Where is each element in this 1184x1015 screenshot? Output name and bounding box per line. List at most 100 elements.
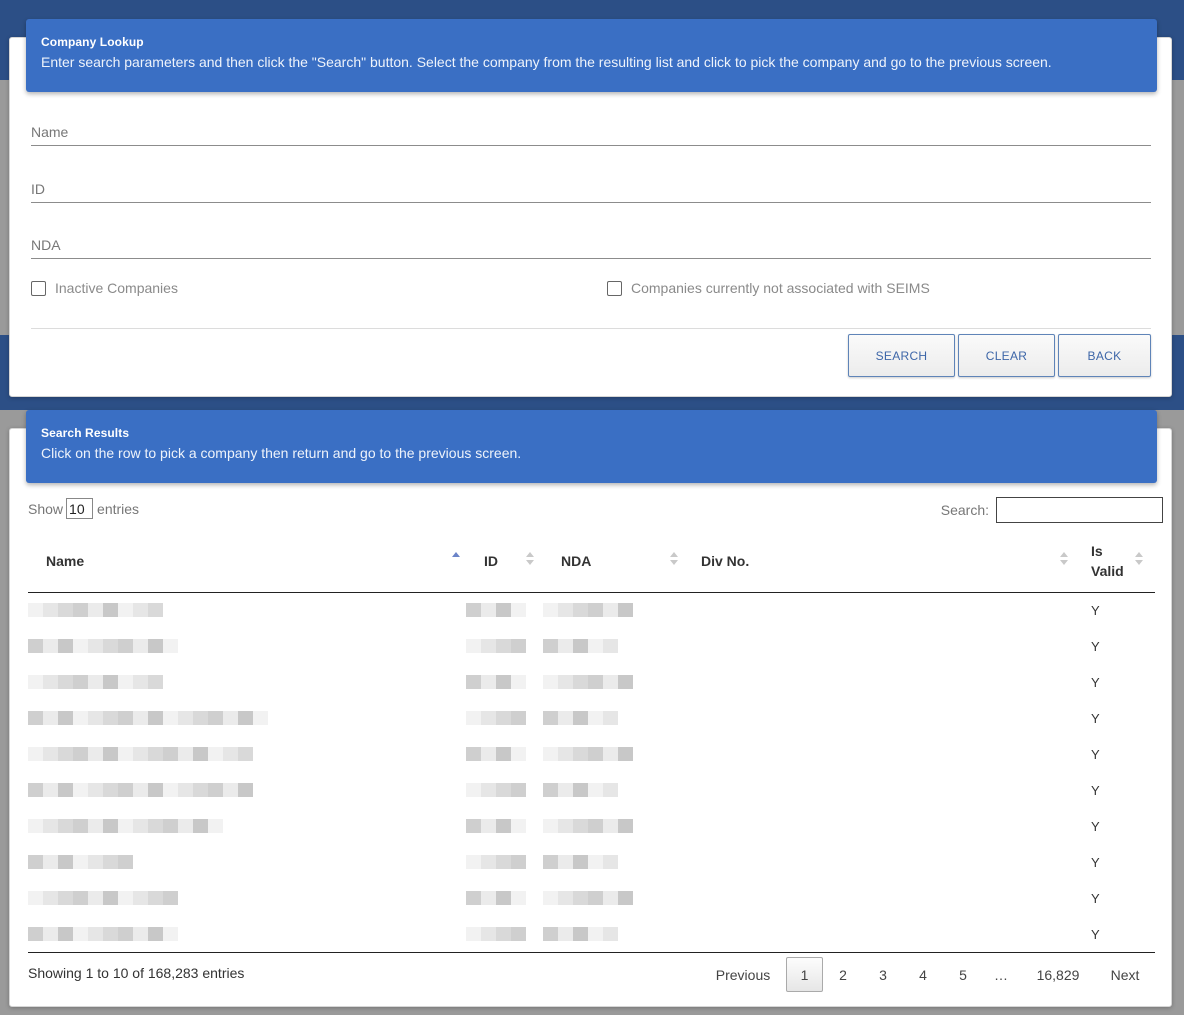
cell-id — [466, 592, 543, 628]
table-row[interactable]: Y — [28, 808, 1155, 844]
cell-div-no — [683, 736, 1077, 772]
cell-nda — [543, 808, 683, 844]
cell-id — [466, 808, 543, 844]
cell-name — [28, 880, 466, 916]
cell-id — [466, 736, 543, 772]
not-associated-label: Companies currently not associated with … — [631, 280, 930, 296]
search-button[interactable]: SEARCH — [848, 334, 955, 377]
search-results-description: Click on the row to pick a company then … — [41, 445, 522, 461]
search-results-title: Search Results — [41, 426, 130, 440]
nda-input[interactable] — [31, 231, 1151, 258]
company-lookup-card: Company Lookup Enter search parameters a… — [9, 19, 1172, 397]
cell-div-no — [683, 916, 1077, 952]
pagination-next[interactable]: Next — [1097, 957, 1153, 992]
col-header-id[interactable]: ID — [466, 530, 543, 593]
redacted-text — [543, 847, 683, 877]
cell-is-valid: Y — [1091, 602, 1100, 618]
table-row[interactable]: Y — [28, 664, 1155, 700]
pagination-page-5[interactable]: 5 — [943, 957, 983, 992]
cell-id — [466, 700, 543, 736]
sort-icon — [1135, 552, 1143, 566]
results-table: Name ID NDA Div No. Is Valid Y Y Y Y Y Y… — [28, 530, 1155, 952]
redacted-text — [28, 847, 466, 877]
cell-nda — [543, 628, 683, 664]
cell-id — [466, 916, 543, 952]
clear-button[interactable]: CLEAR — [958, 334, 1055, 377]
page-length-select[interactable]: 10 — [66, 498, 94, 519]
table-search-label: Search: — [940, 502, 989, 518]
redacted-text — [28, 811, 466, 841]
nda-field[interactable] — [31, 231, 1151, 259]
id-field[interactable] — [31, 175, 1151, 203]
col-header-div-no[interactable]: Div No. — [683, 530, 1077, 593]
pagination-page-2[interactable]: 2 — [823, 957, 863, 992]
table-row[interactable]: Y — [28, 628, 1155, 664]
cell-is-valid: Y — [1091, 926, 1100, 942]
redacted-text — [543, 595, 683, 625]
cell-id — [466, 628, 543, 664]
inactive-companies-checkbox[interactable] — [31, 280, 46, 296]
cell-id — [466, 664, 543, 700]
form-divider — [31, 328, 1151, 329]
cell-is-valid: Y — [1091, 818, 1100, 834]
cell-is-valid: Y — [1091, 782, 1100, 798]
name-input[interactable] — [31, 118, 1151, 145]
cell-div-no — [683, 628, 1077, 664]
cell-nda — [543, 736, 683, 772]
name-field[interactable] — [31, 118, 1151, 146]
pagination-ellipsis: … — [994, 966, 1008, 983]
redacted-text — [28, 919, 466, 949]
cell-nda — [543, 844, 683, 880]
pagination-page-4[interactable]: 4 — [903, 957, 943, 992]
col-header-nda[interactable]: NDA — [543, 530, 683, 593]
redacted-text — [28, 631, 466, 661]
table-row[interactable]: Y — [28, 844, 1155, 880]
table-row[interactable]: Y — [28, 880, 1155, 916]
cell-nda — [543, 700, 683, 736]
table-header-row: Name ID NDA Div No. Is Valid — [28, 530, 1155, 593]
redacted-text — [543, 631, 683, 661]
cell-nda — [543, 916, 683, 952]
sort-icon — [670, 552, 678, 566]
pagination-page-1[interactable]: 1 — [786, 957, 823, 992]
cell-nda — [543, 592, 683, 628]
cell-div-no — [683, 664, 1077, 700]
id-input[interactable] — [31, 175, 1151, 202]
col-header-name[interactable]: Name — [28, 530, 466, 593]
redacted-text — [466, 595, 543, 625]
redacted-text — [466, 703, 543, 733]
not-associated-option[interactable]: Companies currently not associated with … — [607, 280, 930, 296]
col-header-is-valid[interactable]: Is Valid — [1077, 530, 1155, 593]
cell-div-no — [683, 592, 1077, 628]
table-row[interactable]: Y — [28, 916, 1155, 952]
pagination-previous[interactable]: Previous — [708, 957, 778, 992]
table-row[interactable]: Y — [28, 700, 1155, 736]
company-lookup-description: Enter search parameters and then click t… — [41, 54, 1052, 70]
redacted-text — [28, 739, 466, 769]
back-button[interactable]: BACK — [1058, 334, 1151, 377]
table-search-input[interactable] — [996, 497, 1163, 523]
redacted-text — [543, 667, 683, 697]
inactive-companies-option[interactable]: Inactive Companies — [31, 280, 178, 296]
cell-is-valid: Y — [1091, 638, 1100, 654]
table-row[interactable]: Y — [28, 736, 1155, 772]
pagination-last-page[interactable]: 16,829 — [1019, 957, 1097, 992]
cell-div-no — [683, 844, 1077, 880]
cell-id — [466, 844, 543, 880]
table-footer-line — [28, 952, 1155, 953]
pagination-page-3[interactable]: 3 — [863, 957, 903, 992]
table-row[interactable]: Y — [28, 592, 1155, 628]
table-row[interactable]: Y — [28, 772, 1155, 808]
redacted-text — [466, 667, 543, 697]
redacted-text — [543, 703, 683, 733]
cell-is-valid: Y — [1091, 854, 1100, 870]
redacted-text — [466, 919, 543, 949]
redacted-text — [466, 811, 543, 841]
not-associated-checkbox[interactable] — [607, 280, 622, 296]
cell-div-no — [683, 808, 1077, 844]
redacted-text — [543, 775, 683, 805]
redacted-text — [543, 811, 683, 841]
redacted-text — [28, 703, 466, 733]
redacted-text — [28, 775, 466, 805]
redacted-text — [543, 739, 683, 769]
